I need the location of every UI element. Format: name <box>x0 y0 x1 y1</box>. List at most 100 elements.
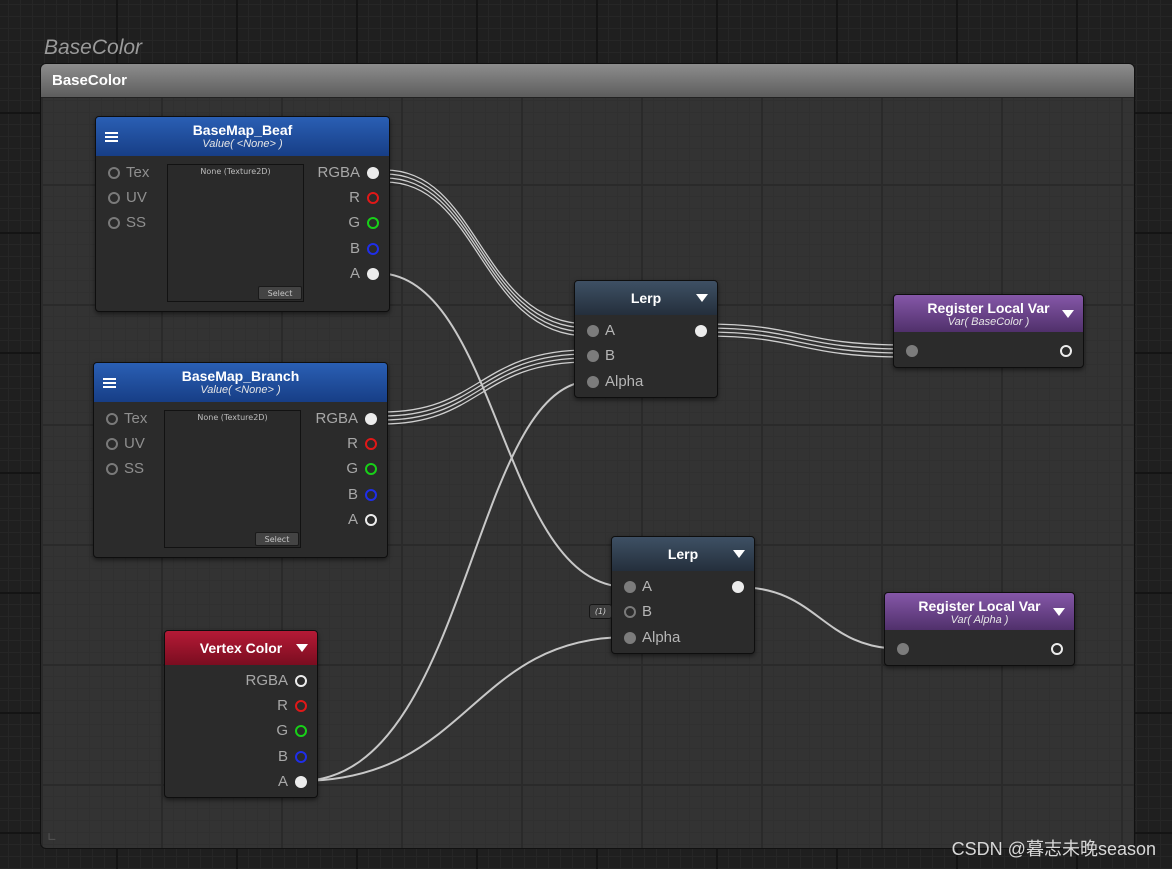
port-label-rgba: RGBA <box>315 410 358 427</box>
output-port[interactable] <box>732 581 744 593</box>
port-label-r: R <box>277 697 288 714</box>
texture-preview[interactable]: None (Texture2D) Select <box>164 410 301 548</box>
port-label-tex: Tex <box>124 410 148 427</box>
node-title: BaseMap_Beaf <box>192 122 293 138</box>
dropdown-arrow-icon[interactable] <box>733 550 745 558</box>
output-port-g[interactable] <box>367 217 379 229</box>
dropdown-arrow-icon[interactable] <box>1053 608 1065 616</box>
output-port-r[interactable] <box>365 438 377 450</box>
port-label-tex: Tex <box>126 164 150 181</box>
dropdown-arrow-icon[interactable] <box>1062 310 1074 318</box>
dropdown-arrow-icon[interactable] <box>296 644 308 652</box>
input-port-tex[interactable] <box>106 413 118 425</box>
node-title: BaseMap_Branch <box>181 368 300 384</box>
node-header[interactable]: BaseMap_Beaf Value( <None> ) <box>96 117 389 156</box>
output-port-rgba[interactable] <box>367 167 379 179</box>
port-label-a: A <box>347 511 358 528</box>
node-header[interactable]: Lerp <box>612 537 754 571</box>
port-label-g: G <box>346 460 358 477</box>
port-label-rgba: RGBA <box>245 672 288 689</box>
wire-lerp1-out-to-register1 <box>704 323 906 346</box>
output-port-b[interactable] <box>367 243 379 255</box>
node-basemap-beaf[interactable]: BaseMap_Beaf Value( <None> ) Tex UV SS N… <box>95 116 390 312</box>
node-title: Vertex Color <box>199 640 283 656</box>
port-label-a: A <box>642 578 653 595</box>
node-header[interactable]: Vertex Color <box>165 631 317 665</box>
select-button[interactable]: Select <box>258 286 302 300</box>
port-label-ss: SS <box>126 214 147 231</box>
port-label-ss: SS <box>124 460 145 477</box>
node-lerp-1[interactable]: Lerp A B Alpha <box>574 280 718 398</box>
texture-label: None (Texture2D) <box>197 413 268 422</box>
node-subtitle: Value( <None> ) <box>200 384 281 396</box>
input-port-ss[interactable] <box>106 463 118 475</box>
wire-lerp2-out-to-register2 <box>736 586 904 650</box>
input-port-uv[interactable] <box>108 192 120 204</box>
output-port-g[interactable] <box>365 463 377 475</box>
node-vertex-color[interactable]: Vertex Color RGBA R G B A <box>164 630 318 798</box>
port-label-b: B <box>347 486 358 503</box>
port-label-alpha: Alpha <box>642 629 681 646</box>
output-port-r[interactable] <box>367 192 379 204</box>
port-label-uv: UV <box>126 189 147 206</box>
output-port[interactable] <box>1051 643 1063 655</box>
watermark: CSDN @暮志未晚season <box>951 839 1156 859</box>
node-register-local-var-1[interactable]: Register Local Var Var( BaseColor ) <box>893 294 1084 368</box>
node-header[interactable]: Register Local Var Var( BaseColor ) <box>894 295 1083 332</box>
texture-preview[interactable]: None (Texture2D) Select <box>167 164 304 302</box>
output-port[interactable] <box>695 325 707 337</box>
output-port-g[interactable] <box>295 725 307 737</box>
wire-vertex-a-to-lerp2-alpha <box>299 636 629 782</box>
node-header[interactable]: BaseMap_Branch Value( <None> ) <box>94 363 387 402</box>
b-constant-field[interactable]: (1) <box>589 604 612 619</box>
port-label-g: G <box>348 214 360 231</box>
node-header[interactable]: Lerp <box>575 281 717 315</box>
dropdown-arrow-icon[interactable] <box>696 294 708 302</box>
input-port-uv[interactable] <box>106 438 118 450</box>
input-port-a[interactable] <box>587 325 599 337</box>
input-port-alpha[interactable] <box>587 376 599 388</box>
input-port-b[interactable] <box>587 350 599 362</box>
input-port-a[interactable] <box>624 581 636 593</box>
port-label-a: A <box>349 265 360 282</box>
port-label-r: R <box>349 189 360 206</box>
output-port-rgba[interactable] <box>365 413 377 425</box>
input-port-ss[interactable] <box>108 217 120 229</box>
input-port-b[interactable] <box>624 606 636 618</box>
input-port[interactable] <box>906 345 918 357</box>
input-port[interactable] <box>897 643 909 655</box>
node-header[interactable]: Register Local Var Var( Alpha ) <box>885 593 1074 630</box>
port-label-b: B <box>349 240 360 257</box>
port-label-b: B <box>605 347 616 364</box>
node-register-local-var-2[interactable]: Register Local Var Var( Alpha ) <box>884 592 1075 666</box>
port-label-r: R <box>347 435 358 452</box>
node-subtitle: Var( BaseColor ) <box>947 316 1030 328</box>
output-port-rgba[interactable] <box>295 675 307 687</box>
node-basemap-branch[interactable]: BaseMap_Branch Value( <None> ) Tex UV SS… <box>93 362 388 558</box>
node-lerp-2[interactable]: Lerp A B Alpha <box>611 536 755 654</box>
port-label-b: B <box>277 748 288 765</box>
port-label-a: A <box>605 322 616 339</box>
output-port-a[interactable] <box>295 776 307 788</box>
node-title: Register Local Var <box>918 598 1041 614</box>
output-port-b[interactable] <box>365 489 377 501</box>
texture-label: None (Texture2D) <box>200 167 271 176</box>
port-label-a: A <box>277 773 288 790</box>
output-port[interactable] <box>1060 345 1072 357</box>
output-port-r[interactable] <box>295 700 307 712</box>
wire-beaf-rgba-to-lerp1-a <box>384 169 589 325</box>
output-port-a[interactable] <box>365 514 377 526</box>
node-subtitle: Value( <None> ) <box>202 138 283 150</box>
port-label-g: G <box>276 722 288 739</box>
select-button[interactable]: Select <box>255 532 299 546</box>
port-label-rgba: RGBA <box>317 164 360 181</box>
input-port-alpha[interactable] <box>624 632 636 644</box>
port-label-alpha: Alpha <box>605 373 644 390</box>
node-subtitle: Var( Alpha ) <box>950 614 1009 626</box>
node-title: Register Local Var <box>927 300 1050 316</box>
output-port-a[interactable] <box>367 268 379 280</box>
input-port-tex[interactable] <box>108 167 120 179</box>
port-label-b: B <box>642 603 653 620</box>
port-label-uv: UV <box>124 435 145 452</box>
output-port-b[interactable] <box>295 751 307 763</box>
